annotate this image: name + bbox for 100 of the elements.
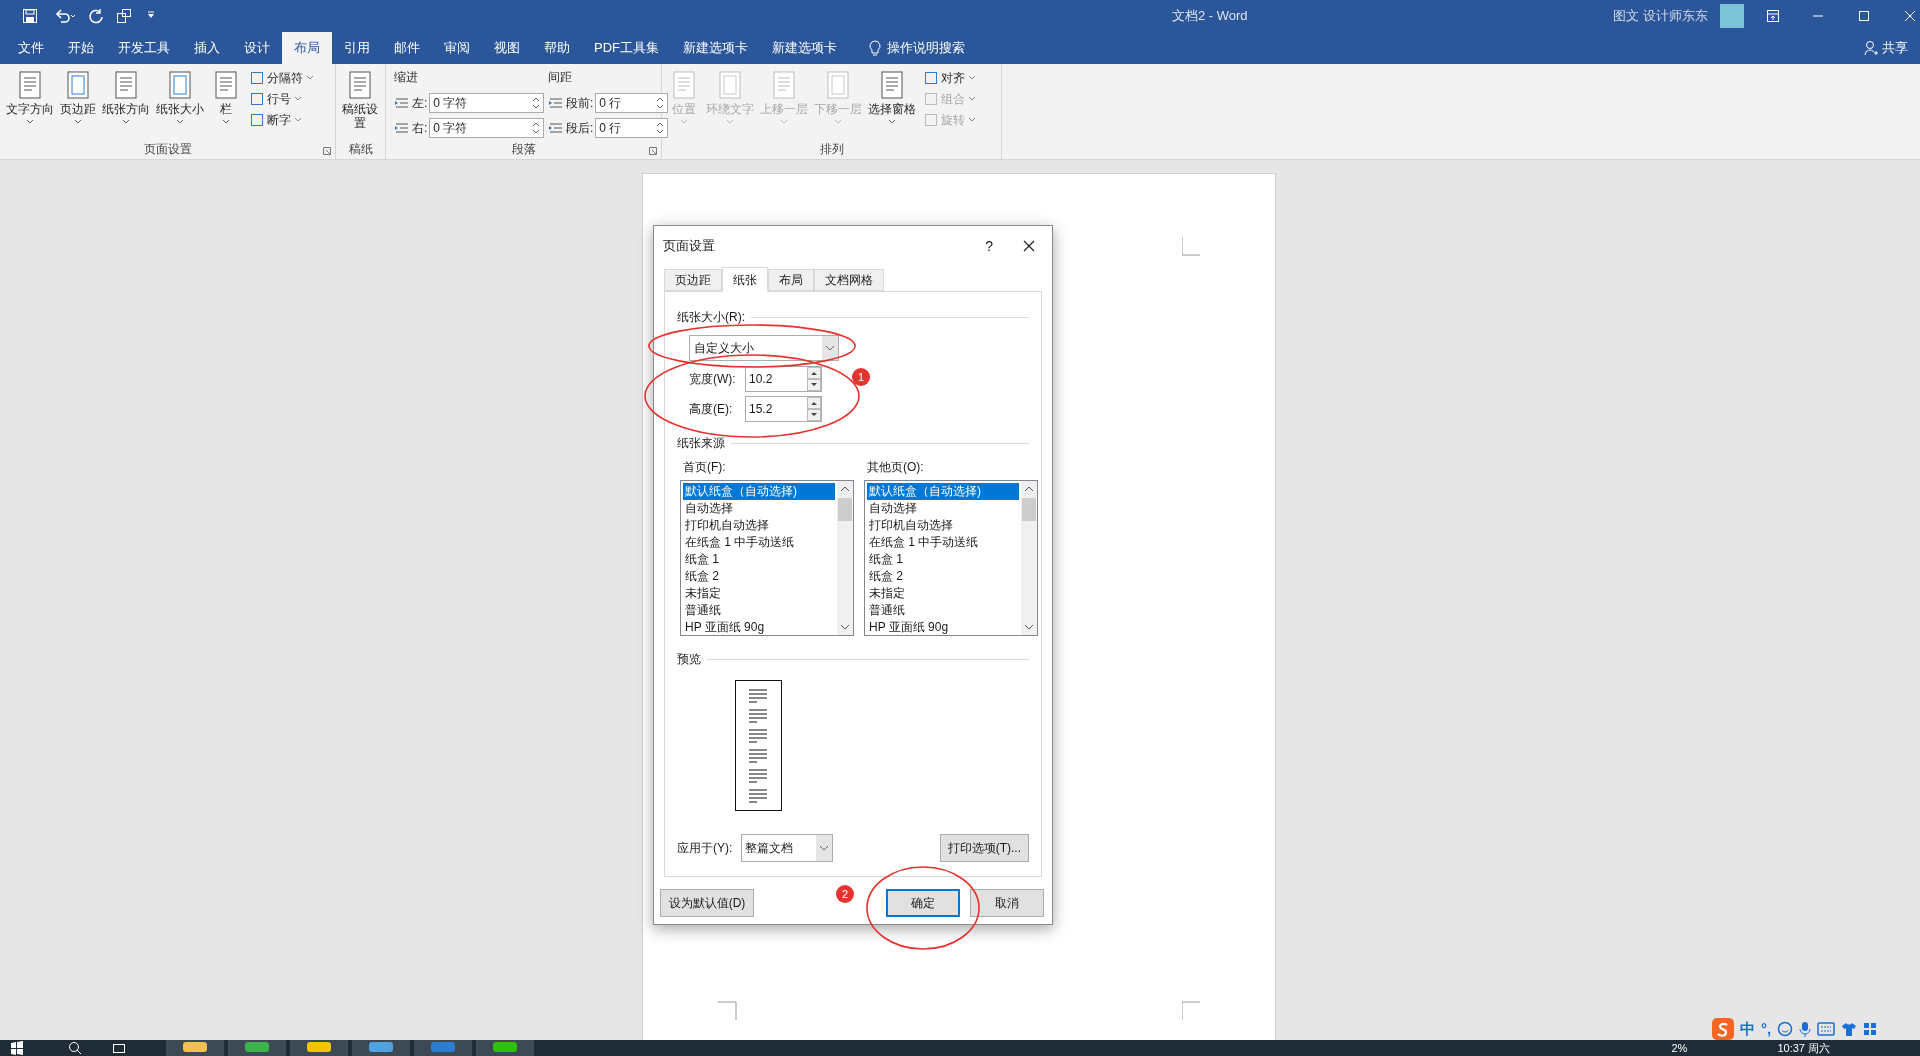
ribbon-tab[interactable]: 邮件 (382, 32, 432, 64)
list-item[interactable]: 自动选择 (683, 500, 835, 517)
list-item[interactable]: 自动选择 (867, 500, 1019, 517)
spinner-field[interactable]: 0 行 (595, 117, 668, 138)
caret-icon (834, 119, 842, 125)
ribbon-button[interactable]: 纸张方向 (100, 68, 152, 139)
ribbon-tab[interactable]: 新建选项卡 (671, 32, 760, 64)
dialog-tab[interactable]: 页边距 (664, 269, 722, 291)
tell-me-search[interactable]: 操作说明搜索 (859, 32, 975, 64)
spinner-field[interactable]: 0 字符 (429, 117, 544, 138)
dialog-button[interactable]: 设为默认值(D) (660, 889, 754, 917)
list-item[interactable]: 打印机自动选择 (683, 517, 835, 534)
ribbon-display-icon[interactable] (1766, 9, 1780, 23)
dialog-tab[interactable]: 布局 (768, 269, 814, 291)
ribbon-tab[interactable]: 新建选项卡 (760, 32, 849, 64)
spinner-field[interactable]: 0 行 (595, 92, 668, 113)
share-button[interactable]: 共享 (1854, 32, 1918, 64)
ribbon-button[interactable]: 稿纸设置 (340, 68, 380, 139)
taskbar-app-button[interactable] (290, 1040, 348, 1056)
list-item[interactable]: 未指定 (683, 585, 835, 602)
list-item[interactable]: 纸盒 1 (683, 551, 835, 568)
taskbar-app-button[interactable] (476, 1040, 534, 1056)
taskbar-app-button[interactable] (166, 1040, 224, 1056)
windows-logo-icon[interactable] (10, 1041, 24, 1055)
list-item[interactable]: 未指定 (867, 585, 1019, 602)
touch-mode-icon[interactable] (116, 8, 132, 24)
field-label: 左: (412, 94, 428, 112)
list-item[interactable]: 在纸盒 1 中手动送纸 (683, 534, 835, 551)
ribbon-tab[interactable]: 文件 (6, 32, 56, 64)
maximize-icon[interactable] (1858, 10, 1870, 22)
dialog-button[interactable]: 取消 (970, 889, 1044, 917)
crop-mark-icon (1182, 1000, 1202, 1020)
taskbar-app-button[interactable] (352, 1040, 410, 1056)
undo-icon[interactable] (54, 8, 76, 24)
list-item[interactable]: 纸盒 1 (867, 551, 1019, 568)
ribbon-tab[interactable]: 开发工具 (106, 32, 182, 64)
spinner-field[interactable]: 15.2 (745, 396, 822, 422)
group-label: 排列 (819, 141, 844, 158)
paper-tray-list[interactable]: 默认纸盒（自动选择) 自动选择 打印机自动选择 在纸盒 1 中手动送纸 纸盒 1 纸盒 2 未指定 普通纸 HP 亚面纸 90g (864, 480, 1038, 636)
ribbon-tab[interactable]: 插入 (182, 32, 232, 64)
dialog-button[interactable]: 确定 (886, 889, 960, 917)
dialog-tab[interactable]: 文档网格 (814, 269, 884, 291)
ribbon-tab[interactable]: 开始 (56, 32, 106, 64)
list-item[interactable]: 打印机自动选择 (867, 517, 1019, 534)
group-label: 段落 (511, 141, 536, 158)
print-options-button[interactable]: 打印选项(T)... (939, 834, 1029, 862)
list-item[interactable]: 在纸盒 1 中手动送纸 (867, 534, 1019, 551)
ribbon-button[interactable]: 页边距 (58, 68, 98, 139)
ribbon-tab[interactable]: PDF工具集 (582, 32, 671, 64)
ribbon-button[interactable]: 栏 (208, 68, 244, 139)
spinner-field[interactable]: 0 字符 (429, 92, 544, 113)
apply-to-dropdown[interactable]: 整篇文档 (741, 834, 833, 862)
list-item[interactable]: HP 亚面纸 90g (683, 619, 835, 636)
ribbon-tab[interactable]: 审阅 (432, 32, 482, 64)
smiley-icon[interactable] (1777, 1021, 1794, 1037)
ribbon-button[interactable]: 行号 (250, 89, 314, 108)
help-button[interactable]: ? (985, 235, 993, 257)
caret-icon (306, 74, 314, 81)
section-label: 缩进 (394, 69, 419, 86)
caret-icon (176, 119, 184, 125)
field-label: 首页(F): (683, 459, 727, 476)
ribbon-tab[interactable]: 视图 (482, 32, 532, 64)
list-item[interactable]: 默认纸盒（自动选择) (683, 483, 835, 500)
microphone-icon[interactable] (1799, 1021, 1812, 1037)
taskbar-clock[interactable]: 10:37 周六 (1777, 1040, 1830, 1056)
ribbon-button[interactable]: 文字方向 (4, 68, 56, 139)
ribbon-tab[interactable]: 帮助 (532, 32, 582, 64)
dialog-launcher-icon[interactable] (649, 147, 657, 155)
list-item[interactable]: 纸盒 2 (683, 568, 835, 585)
caret-icon (968, 95, 976, 102)
ribbon-button[interactable]: 分隔符 (250, 68, 314, 87)
search-icon[interactable] (68, 1041, 82, 1055)
punctuation-mode-label[interactable]: °, (1761, 1017, 1772, 1041)
dialog-launcher-icon[interactable] (323, 147, 331, 155)
paper-size-dropdown[interactable]: 自定义大小 (689, 335, 839, 361)
list-item[interactable]: 默认纸盒（自动选择) (867, 483, 1019, 500)
list-item[interactable]: 普通纸 (683, 602, 835, 619)
task-view-icon[interactable] (112, 1041, 126, 1055)
ribbon-tab[interactable]: 引用 (332, 32, 382, 64)
keyboard-icon[interactable] (1817, 1022, 1836, 1036)
dialog-tab[interactable]: 纸张 (722, 267, 768, 292)
shirt-icon[interactable] (1841, 1022, 1858, 1036)
ribbon-button[interactable]: 选择窗格 (866, 68, 918, 139)
ribbon-button[interactable]: 断字 (250, 110, 314, 129)
redo-icon[interactable] (88, 8, 104, 24)
grid-icon[interactable] (1863, 1022, 1878, 1036)
taskbar-app-button[interactable] (228, 1040, 286, 1056)
list-item[interactable]: 纸盒 2 (867, 568, 1019, 585)
save-icon[interactable] (22, 8, 38, 24)
ribbon-tab[interactable]: 布局 (282, 32, 332, 64)
list-item[interactable]: HP 亚面纸 90g (867, 619, 1019, 636)
close-icon[interactable] (1023, 240, 1035, 252)
spinner-field[interactable]: 10.2 (745, 366, 822, 392)
ribbon-tab[interactable]: 设计 (232, 32, 282, 64)
caret-icon (26, 119, 34, 125)
paper-tray-list[interactable]: 默认纸盒（自动选择) 自动选择 打印机自动选择 在纸盒 1 中手动送纸 纸盒 1 纸盒 2 未指定 普通纸 HP 亚面纸 90g (680, 480, 854, 636)
ribbon-button[interactable]: 对齐 (924, 68, 976, 87)
input-mode-label[interactable]: 中 (1740, 1017, 1755, 1041)
ribbon-button[interactable]: 纸张大小 (154, 68, 206, 139)
list-item[interactable]: 普通纸 (867, 602, 1019, 619)
